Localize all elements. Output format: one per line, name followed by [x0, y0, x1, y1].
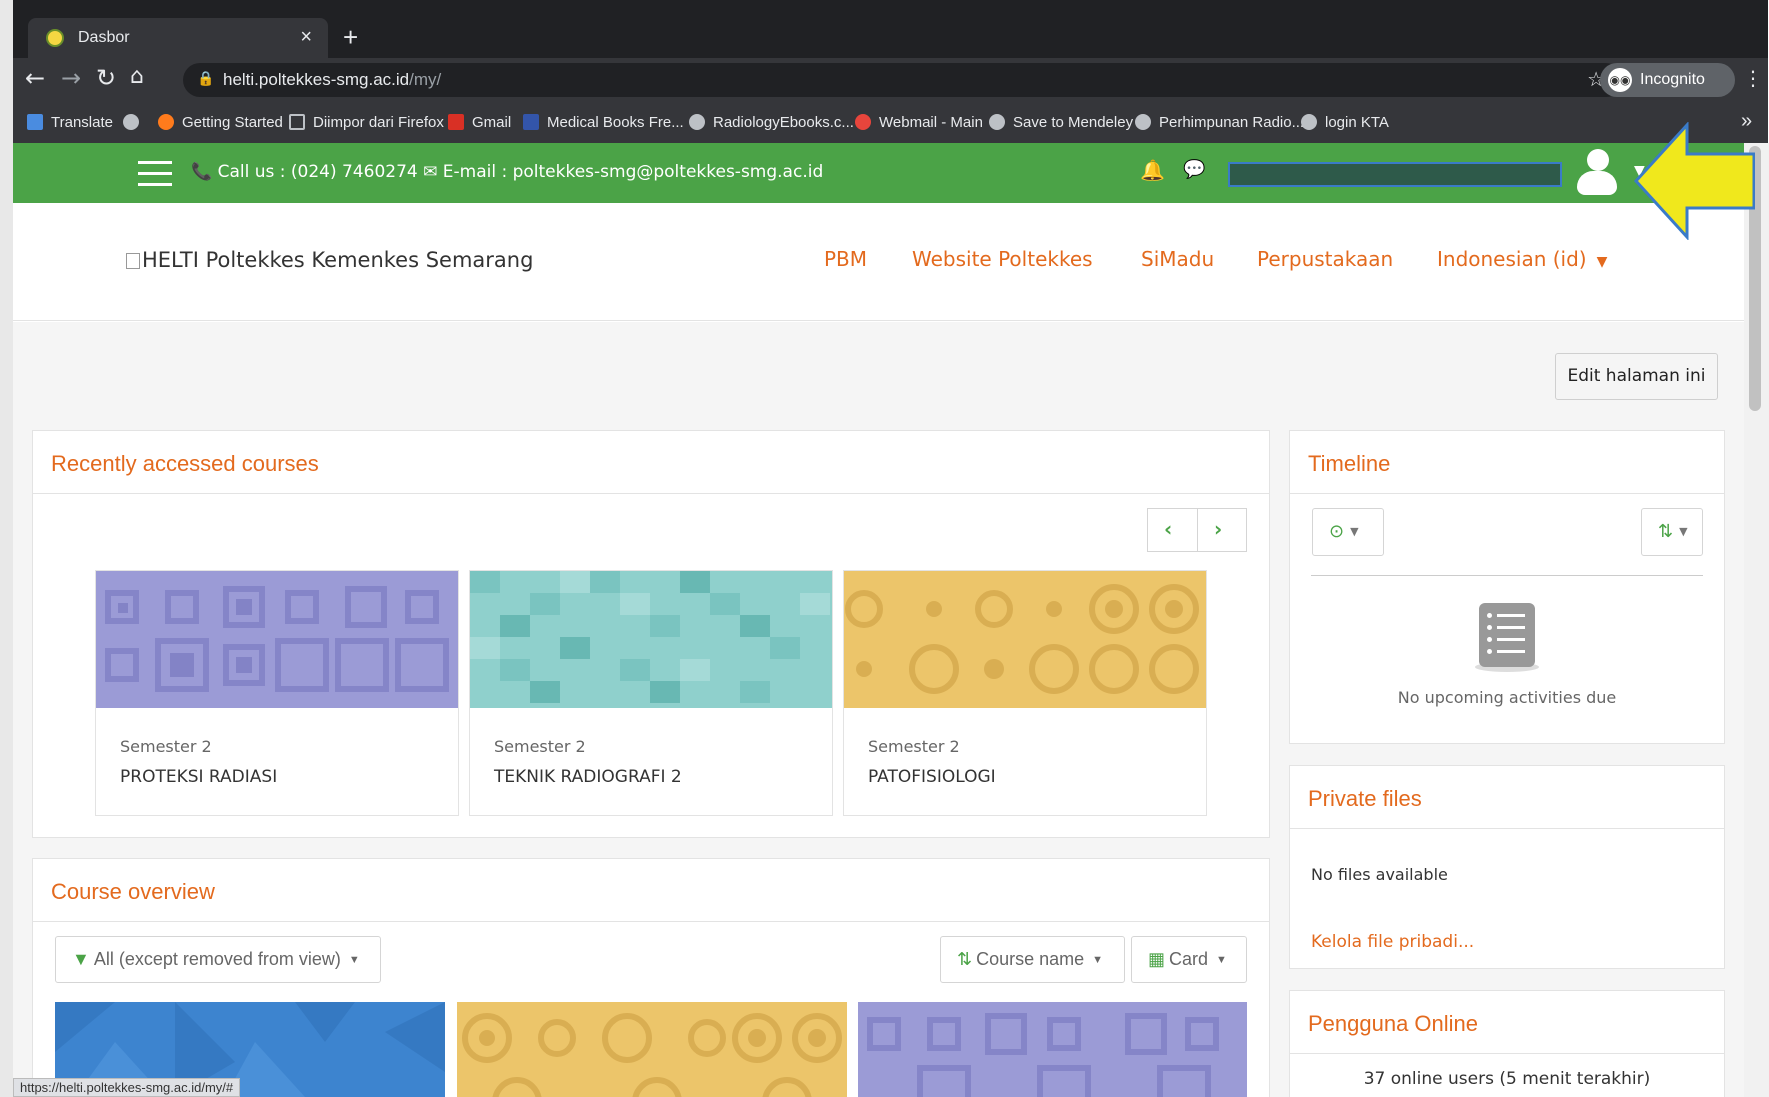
- course-image-yellow: [844, 571, 1206, 708]
- folder-icon: [289, 114, 305, 130]
- course-thumbnail-purple[interactable]: [858, 1002, 1247, 1097]
- course-image-purple: [96, 571, 458, 708]
- browser-menu-icon[interactable]: ⋮: [1743, 66, 1763, 90]
- manage-files-link[interactable]: Kelola file pribadi...: [1311, 932, 1474, 952]
- site-favicon-icon: [46, 29, 64, 47]
- url-text: helti.poltekkes-smg.ac.id/my/: [223, 70, 442, 89]
- bookmark-login-kta[interactable]: login KTA: [1301, 114, 1389, 131]
- course-card[interactable]: Semester 2 PATOFISIOLOGI: [843, 570, 1207, 816]
- globe-icon: [1135, 114, 1151, 130]
- address-bar[interactable]: 🔒 helti.poltekkes-smg.ac.id/my/ ☆: [183, 63, 1623, 97]
- bookmarks-bar: Translate Getting Started Diimpor dari F…: [13, 102, 1768, 143]
- globe-icon: [989, 114, 1005, 130]
- globe-icon: [123, 114, 139, 130]
- reload-icon[interactable]: ↻: [96, 64, 116, 92]
- sort-dropdown[interactable]: ⇅ Course name ▼: [940, 936, 1125, 983]
- previous-icon[interactable]: ‹: [1164, 517, 1172, 541]
- course-thumbnail-yellow[interactable]: [457, 1002, 847, 1097]
- caret-down-icon: ▼: [1596, 254, 1608, 270]
- sort-icon: ⇅: [957, 949, 973, 969]
- bookmark-web[interactable]: [123, 114, 147, 131]
- browser-chrome: Dasbor × + ← → ↻ ⌂ 🔒 helti.poltekkes-smg…: [13, 0, 1768, 143]
- no-files-text: No files available: [1311, 865, 1448, 884]
- block-title: Recently accessed courses: [51, 451, 319, 476]
- medical-books-icon: [523, 114, 539, 130]
- notification-bell-icon[interactable]: 🔔: [1140, 158, 1165, 182]
- site-header: HELTI Poltekkes Kemenkes Semarang PBM We…: [13, 203, 1744, 321]
- block-title: Private files: [1308, 786, 1422, 811]
- bookmark-perhimpunan[interactable]: Perhimpunan Radio...: [1135, 114, 1304, 131]
- course-name[interactable]: PATOFISIOLOGI: [868, 767, 996, 787]
- home-icon[interactable]: ⌂: [130, 64, 144, 89]
- bookmark-mendeley[interactable]: Save to Mendeley: [989, 114, 1133, 131]
- course-card[interactable]: Semester 2 TEKNIK RADIOGRAFI 2: [469, 570, 833, 816]
- block-title: Timeline: [1308, 451, 1391, 476]
- site-logo[interactable]: HELTI Poltekkes Kemenkes Semarang: [126, 248, 533, 272]
- course-category: Semester 2: [494, 737, 586, 756]
- clock-icon: ⊙: [1329, 521, 1345, 542]
- timeline-empty-text: No upcoming activities due: [1397, 688, 1617, 707]
- browser-tab[interactable]: Dasbor ×: [28, 18, 328, 58]
- empty-list-icon: [1479, 603, 1535, 667]
- firefox-icon: [158, 114, 174, 130]
- next-icon[interactable]: ›: [1214, 517, 1222, 541]
- bookmark-radiology-ebooks[interactable]: RadiologyEbooks.c...: [689, 114, 854, 131]
- edit-page-button[interactable]: Edit halaman ini: [1555, 353, 1718, 400]
- nav-simadu[interactable]: SiMadu: [1141, 247, 1214, 271]
- arrow-annotation-icon: [1633, 122, 1755, 240]
- course-filter-dropdown[interactable]: ▼ All (except removed from view) ▼: [55, 936, 381, 983]
- broken-image-icon: [126, 253, 140, 269]
- forward-icon[interactable]: →: [61, 64, 81, 92]
- nav-perpustakaan[interactable]: Perpustakaan: [1257, 247, 1393, 271]
- nav-pbm[interactable]: PBM: [824, 247, 867, 271]
- browser-toolbar: ← → ↻ ⌂ 🔒 helti.poltekkes-smg.ac.id/my/ …: [13, 58, 1768, 102]
- bookmark-medical-books[interactable]: Medical Books Fre...: [523, 114, 684, 131]
- timeline-sort-dropdown[interactable]: ⇅ ▼: [1641, 508, 1703, 556]
- tab-close-icon[interactable]: ×: [300, 26, 312, 49]
- course-category: Semester 2: [120, 737, 212, 756]
- bookmark-getting-started[interactable]: Getting Started: [158, 114, 283, 131]
- nav-website-poltekkes[interactable]: Website Poltekkes: [912, 247, 1093, 271]
- globe-icon: [689, 114, 705, 130]
- sort-icon: ⇅: [1658, 521, 1674, 542]
- view-dropdown[interactable]: ▦ Card ▼: [1131, 936, 1247, 983]
- course-category: Semester 2: [868, 737, 960, 756]
- bookmark-gmail[interactable]: Gmail: [448, 114, 511, 131]
- bookmark-translate[interactable]: Translate: [27, 114, 113, 131]
- grid-icon: ▦: [1148, 949, 1166, 969]
- timeline-divider: [1311, 575, 1703, 576]
- messages-icon[interactable]: 💬: [1183, 159, 1205, 180]
- course-image-teal: [470, 571, 832, 708]
- course-name[interactable]: TEKNIK RADIOGRAFI 2: [494, 767, 682, 787]
- block-title: Course overview: [51, 879, 215, 904]
- tab-title: Dasbor: [78, 29, 130, 46]
- contact-info: 📞 Call us : (024) 7460274 ✉ E-mail : pol…: [191, 162, 824, 182]
- window-left-edge: [0, 0, 13, 1097]
- block-title: Pengguna Online: [1308, 1011, 1479, 1036]
- new-tab-button[interactable]: +: [343, 22, 358, 53]
- course-card[interactable]: Semester 2 PROTEKSI RADIASI: [95, 570, 459, 816]
- online-users-count: 37 online users (5 menit terakhir): [1363, 1069, 1651, 1089]
- course-pager: ‹ ›: [1147, 508, 1247, 552]
- nav-language[interactable]: Indonesian (id) ▼: [1437, 247, 1607, 271]
- hamburger-menu-icon[interactable]: [138, 161, 172, 186]
- moodle-topbar: 📞 Call us : (024) 7460274 ✉ E-mail : pol…: [13, 143, 1744, 203]
- gmail-icon: [448, 114, 464, 130]
- back-icon[interactable]: ←: [25, 64, 45, 92]
- redacted-user-name: [1228, 162, 1562, 187]
- translate-icon: [27, 114, 43, 130]
- incognito-icon: ◉◉: [1608, 68, 1632, 92]
- link-status-bar: https://helti.poltekkes-smg.ac.id/my/#: [13, 1078, 241, 1097]
- cpanel-icon: [855, 114, 871, 130]
- filter-icon: ▼: [72, 949, 90, 969]
- lock-icon: 🔒: [197, 70, 215, 86]
- bookmark-webmail[interactable]: Webmail - Main: [855, 114, 983, 131]
- globe-icon: [1301, 114, 1317, 130]
- incognito-indicator[interactable]: ◉◉ Incognito: [1600, 63, 1735, 97]
- course-name[interactable]: PROTEKSI RADIASI: [120, 767, 277, 787]
- bookmark-folder-firefox[interactable]: Diimpor dari Firefox: [289, 114, 444, 131]
- timeline-filter-dropdown[interactable]: ⊙ ▼: [1312, 508, 1384, 556]
- user-avatar[interactable]: [1575, 149, 1619, 197]
